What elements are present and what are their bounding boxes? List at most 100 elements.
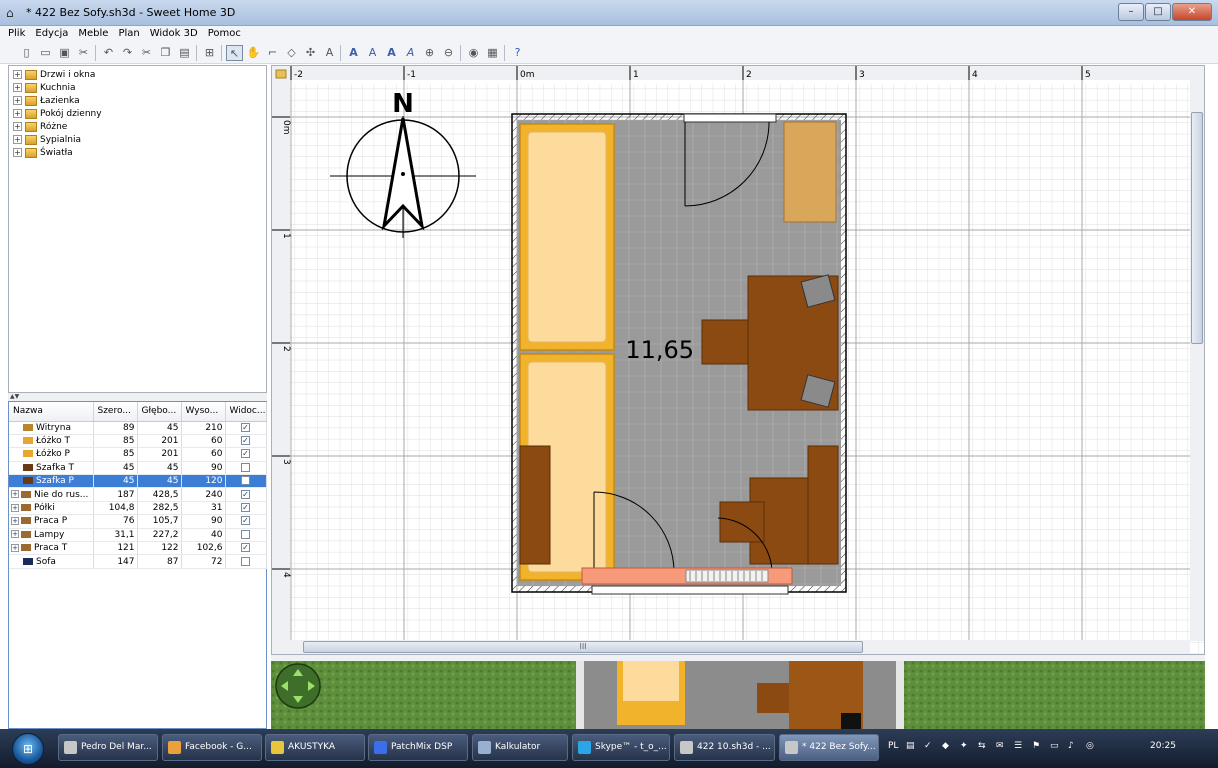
maximize-button[interactable]: □ bbox=[1145, 3, 1171, 21]
furniture-row[interactable]: Witryna 89 45 210 ✓ bbox=[9, 421, 267, 435]
create-walls-icon[interactable]: ⌐ bbox=[264, 45, 281, 61]
plan-horizontal-scrollbar[interactable]: III bbox=[287, 640, 1190, 654]
language-indicator[interactable]: PL bbox=[888, 741, 898, 751]
expand-icon[interactable]: + bbox=[13, 83, 22, 92]
visible-checkbox[interactable]: ✓ bbox=[241, 543, 250, 553]
increase-text-icon[interactable]: A bbox=[345, 45, 362, 61]
open-icon[interactable]: ▭ bbox=[37, 45, 54, 61]
catalog-category[interactable]: + Łazienka bbox=[13, 95, 80, 108]
expand-icon[interactable]: + bbox=[11, 543, 19, 552]
furniture-row[interactable]: Szafka T 45 45 90 bbox=[9, 461, 267, 476]
taskbar-item[interactable]: AKUSTYKA bbox=[265, 734, 365, 761]
catalog-category[interactable]: + Sypialnia bbox=[13, 134, 81, 147]
plan-view[interactable]: -2 -1 0m 1 2 3 4 5 0m 1 2 3 4 N 11,65 m² bbox=[271, 65, 1205, 655]
plan-vertical-scroll-thumb[interactable] bbox=[1191, 112, 1203, 344]
decrease-text-icon[interactable]: A bbox=[364, 45, 381, 61]
furniture-row[interactable]: + Nie do rus... 187 428,5 240 ✓ bbox=[9, 487, 267, 502]
menu-edycja[interactable]: Edycja bbox=[29, 26, 72, 41]
preferences-icon[interactable]: ✂ bbox=[75, 45, 92, 61]
photo-icon[interactable]: ◉ bbox=[465, 45, 482, 61]
wardrobe[interactable] bbox=[783, 121, 837, 223]
create-dimensions-icon[interactable]: ✣ bbox=[302, 45, 319, 61]
furniture-row[interactable]: + Półki 104,8 282,5 31 ✓ bbox=[9, 501, 267, 516]
column-header-height[interactable]: Wyso... bbox=[181, 402, 226, 422]
menu-pomoc[interactable]: Pomoc bbox=[202, 26, 245, 41]
column-header-depth[interactable]: Głębo... bbox=[137, 402, 182, 422]
tray-display-icon[interactable]: ▭ bbox=[1050, 741, 1059, 751]
menu-plik[interactable]: Plik bbox=[0, 26, 29, 41]
column-header-visible[interactable]: Widoc... bbox=[225, 402, 267, 422]
furniture-row[interactable]: Szafka P 45 45 120 bbox=[9, 474, 267, 489]
create-rooms-icon[interactable]: ◇ bbox=[283, 45, 300, 61]
taskbar-item[interactable]: Kalkulator bbox=[472, 734, 568, 761]
visible-checkbox[interactable] bbox=[241, 462, 250, 472]
create-labels-icon[interactable]: A bbox=[321, 45, 338, 61]
visible-checkbox[interactable] bbox=[241, 529, 250, 539]
cabinet-left[interactable] bbox=[519, 445, 551, 565]
visible-checkbox[interactable]: ✓ bbox=[241, 436, 250, 446]
plan-canvas[interactable]: -2 -1 0m 1 2 3 4 5 0m1234 N 11,65 m² bbox=[272, 66, 1205, 655]
furniture-row[interactable]: + Praca T 121 122 102,6 ✓ bbox=[9, 541, 267, 556]
close-button[interactable]: ✕ bbox=[1172, 3, 1212, 21]
tray-security-icon[interactable]: ◆ bbox=[942, 741, 949, 751]
taskbar-item[interactable]: Facebook - G... bbox=[162, 734, 262, 761]
room[interactable]: 11,65 m² bbox=[511, 113, 847, 595]
taskbar-item[interactable]: Pedro Del Mar... bbox=[58, 734, 158, 761]
catalog-category[interactable]: + Kuchnia bbox=[13, 82, 76, 95]
3d-view-canvas[interactable] bbox=[271, 661, 1205, 729]
expand-icon[interactable]: + bbox=[13, 148, 22, 157]
visible-checkbox[interactable]: ✓ bbox=[241, 489, 250, 499]
visible-checkbox[interactable]: ✓ bbox=[241, 516, 250, 526]
italic-text-icon[interactable]: A bbox=[402, 45, 419, 61]
cut-icon[interactable]: ✂ bbox=[138, 45, 155, 61]
expand-icon[interactable]: + bbox=[11, 516, 19, 525]
menu-widok-3d[interactable]: Widok 3D bbox=[144, 26, 202, 41]
visible-checkbox[interactable]: ✓ bbox=[241, 422, 250, 432]
taskbar-item[interactable]: Skype™ - t_o_... bbox=[572, 734, 670, 761]
save-icon[interactable]: ▣ bbox=[56, 45, 73, 61]
left-splitter[interactable]: ▲▼ bbox=[8, 393, 267, 401]
volume-icon[interactable]: ♪ bbox=[1068, 741, 1074, 751]
column-header-name[interactable]: Nazwa bbox=[9, 402, 94, 422]
paste-icon[interactable]: ▤ bbox=[176, 45, 193, 61]
furniture-row[interactable]: + Lampy 31,1 227,2 40 bbox=[9, 528, 267, 543]
video-icon[interactable]: ▦ bbox=[484, 45, 501, 61]
expand-icon[interactable]: + bbox=[13, 96, 22, 105]
catalog-category[interactable]: + Drzwi i okna bbox=[13, 69, 95, 82]
expand-icon[interactable]: + bbox=[11, 530, 19, 539]
zoom-out-icon[interactable]: ⊖ bbox=[440, 45, 457, 61]
copy-icon[interactable]: ❐ bbox=[157, 45, 174, 61]
redo-icon[interactable]: ↷ bbox=[119, 45, 136, 61]
add-furniture-icon[interactable]: ⊞ bbox=[201, 45, 218, 61]
pan-mode-icon[interactable]: ✋ bbox=[245, 45, 262, 61]
tray-list-icon[interactable]: ☰ bbox=[1014, 741, 1022, 751]
plan-horizontal-scroll-thumb[interactable]: III bbox=[303, 641, 863, 653]
catalog-category[interactable]: + Różne bbox=[13, 121, 67, 134]
tray-app-icon[interactable]: ✦ bbox=[960, 741, 968, 751]
tray-flag-icon[interactable]: ⚑ bbox=[1032, 741, 1040, 751]
menu-meble[interactable]: Meble bbox=[72, 26, 112, 41]
menu-plan[interactable]: Plan bbox=[112, 26, 143, 41]
zoom-in-icon[interactable]: ⊕ bbox=[421, 45, 438, 61]
select-mode-icon[interactable]: ↖ bbox=[226, 45, 243, 61]
visible-checkbox[interactable] bbox=[241, 556, 250, 566]
furniture-row[interactable]: Łóżko T 85 201 60 ✓ bbox=[9, 434, 267, 449]
start-button[interactable]: ⊞ bbox=[12, 733, 44, 765]
3d-navigation-arrows[interactable] bbox=[275, 663, 321, 709]
furniture-list[interactable]: Nazwa Szero... Głębo... Wyso... Widoc...… bbox=[8, 401, 267, 729]
clock[interactable]: 20:25 bbox=[1150, 741, 1176, 751]
expand-icon[interactable]: + bbox=[11, 490, 19, 499]
tray-network-icon[interactable]: ⇆ bbox=[978, 741, 986, 751]
cabinet-right[interactable] bbox=[807, 445, 839, 565]
undo-icon[interactable]: ↶ bbox=[100, 45, 117, 61]
visible-checkbox[interactable]: ✓ bbox=[241, 503, 250, 513]
top-window[interactable] bbox=[683, 113, 777, 123]
furniture-row[interactable]: + Praca P 76 105,7 90 ✓ bbox=[9, 514, 267, 529]
furniture-row[interactable]: Łóżko P 85 201 60 ✓ bbox=[9, 447, 267, 462]
catalog-category[interactable]: + Pokój dzienny bbox=[13, 108, 102, 121]
furniture-catalog-tree[interactable]: + Drzwi i okna + Kuchnia + Łazienka + Pokój … bbox=[8, 65, 267, 393]
taskbar-item[interactable]: PatchMix DSP bbox=[368, 734, 468, 761]
visible-checkbox[interactable] bbox=[241, 476, 250, 486]
expand-icon[interactable]: + bbox=[13, 135, 22, 144]
expand-icon[interactable]: + bbox=[13, 109, 22, 118]
